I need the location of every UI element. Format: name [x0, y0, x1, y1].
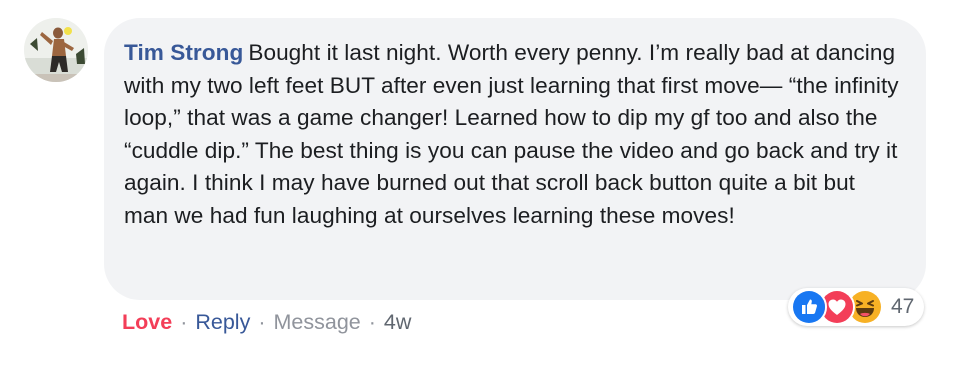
comment-bubble: Tim Strong Bought it last night. Worth ev…: [104, 18, 926, 300]
comment-timestamp[interactable]: 4w: [384, 310, 411, 335]
like-icon: [791, 289, 827, 325]
comment-body: Tim Strong Bought it last night. Worth ev…: [124, 37, 900, 232]
separator-dot: ·: [180, 310, 188, 334]
avatar-photo-icon: [24, 18, 88, 82]
comment-actions: Love · Reply · Message · 4w: [122, 310, 411, 335]
reactions-summary[interactable]: 47: [788, 288, 925, 326]
love-reaction-button[interactable]: Love: [122, 310, 172, 335]
comment-author-link[interactable]: Tim Strong: [124, 40, 243, 65]
message-button[interactable]: Message: [274, 310, 361, 335]
reply-button[interactable]: Reply: [195, 310, 250, 335]
comment-text: Bought it last night. Worth every penny.…: [124, 40, 899, 228]
separator-dot: ·: [368, 310, 376, 334]
reaction-count: 47: [891, 295, 915, 318]
separator-dot: ·: [258, 310, 266, 334]
avatar[interactable]: [24, 18, 88, 82]
comment: Tim Strong Bought it last night. Worth ev…: [0, 0, 978, 370]
